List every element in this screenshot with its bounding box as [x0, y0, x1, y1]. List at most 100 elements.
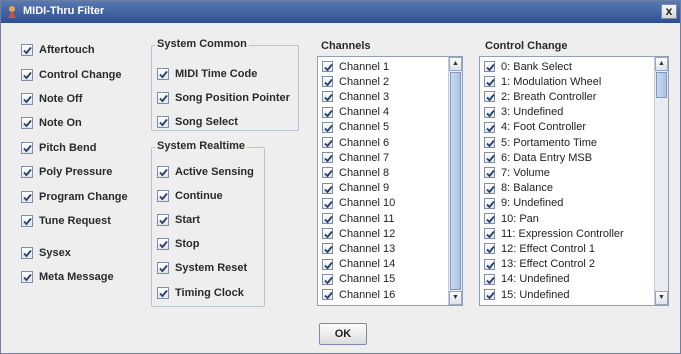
checkbox[interactable] — [484, 182, 495, 194]
start-option[interactable]: Start — [157, 212, 200, 228]
checkbox[interactable] — [157, 166, 169, 178]
checkbox[interactable] — [484, 121, 495, 133]
control-change-option[interactable]: Control Change — [21, 67, 122, 83]
channel-item[interactable]: Channel 4 — [322, 105, 389, 120]
control-change-scroll-thumb[interactable] — [656, 72, 667, 98]
channel-item[interactable]: Channel 11 — [322, 211, 394, 226]
control-change-item[interactable]: 6: Data Entry MSB — [484, 150, 592, 165]
control-change-scrollbar[interactable]: ▲ ▼ — [654, 57, 668, 305]
title-bar[interactable]: MIDI-Thru Filter x — [1, 1, 680, 23]
control-change-item[interactable]: 10: Pan — [484, 211, 539, 226]
checkbox[interactable] — [322, 258, 333, 270]
checkbox[interactable] — [21, 142, 33, 154]
channel-item[interactable]: Channel 1 — [322, 59, 389, 74]
close-button[interactable]: x — [661, 4, 677, 19]
midi-time-code-option[interactable]: MIDI Time Code — [157, 66, 257, 82]
channel-item[interactable]: Channel 2 — [322, 74, 389, 89]
scroll-down-icon[interactable]: ▼ — [449, 291, 462, 305]
channel-item[interactable]: Channel 3 — [322, 89, 389, 104]
control-change-item[interactable]: 1: Modulation Wheel — [484, 74, 601, 89]
scroll-up-icon[interactable]: ▲ — [655, 57, 668, 71]
channels-list[interactable]: Channel 1 Channel 2 Channel 3 Channel 4 Chan… — [317, 56, 463, 306]
control-change-item[interactable]: 14: Undefined — [484, 272, 570, 287]
note-on-option[interactable]: Note On — [21, 115, 82, 131]
checkbox[interactable] — [157, 92, 169, 104]
checkbox[interactable] — [484, 61, 495, 72]
checkbox[interactable] — [21, 93, 33, 105]
checkbox[interactable] — [322, 243, 333, 255]
channel-item[interactable]: Channel 12 — [322, 226, 395, 241]
control-change-list[interactable]: 0: Bank Select 1: Modulation Wheel 2: Brea… — [479, 56, 669, 306]
stop-option[interactable]: Stop — [157, 236, 199, 252]
checkbox[interactable] — [322, 273, 333, 285]
checkbox[interactable] — [322, 289, 333, 300]
checkbox[interactable] — [322, 106, 333, 118]
tune-request-option[interactable]: Tune Request — [21, 213, 111, 229]
channel-item[interactable]: Channel 13 — [322, 241, 395, 256]
song-select-option[interactable]: Song Select — [157, 114, 238, 130]
checkbox[interactable] — [21, 247, 33, 259]
checkbox[interactable] — [484, 258, 495, 270]
poly-pressure-option[interactable]: Poly Pressure — [21, 164, 112, 180]
channel-item[interactable]: Channel 16 — [322, 287, 395, 302]
channel-item[interactable]: Channel 8 — [322, 165, 389, 180]
active-sensing-option[interactable]: Active Sensing — [157, 164, 254, 180]
aftertouch-option[interactable]: Aftertouch — [21, 42, 95, 58]
checkbox[interactable] — [157, 68, 169, 80]
checkbox[interactable] — [157, 116, 169, 128]
checkbox[interactable] — [21, 191, 33, 203]
channel-item[interactable]: Channel 6 — [322, 135, 389, 150]
channel-item[interactable]: Channel 15 — [322, 272, 395, 287]
checkbox[interactable] — [157, 190, 169, 202]
channel-item[interactable]: Channel 7 — [322, 150, 389, 165]
timing-clock-option[interactable]: Timing Clock — [157, 285, 244, 301]
control-change-item[interactable]: 15: Undefined — [484, 287, 570, 302]
channel-item[interactable]: Channel 14 — [322, 257, 395, 272]
checkbox[interactable] — [21, 271, 33, 283]
checkbox[interactable] — [21, 166, 33, 178]
control-change-item[interactable]: 12: Effect Control 1 — [484, 241, 595, 256]
control-change-item[interactable]: 0: Bank Select — [484, 59, 572, 74]
channel-item[interactable]: Channel 5 — [322, 120, 389, 135]
checkbox[interactable] — [21, 215, 33, 227]
checkbox[interactable] — [157, 262, 169, 274]
checkbox[interactable] — [322, 228, 333, 240]
scroll-down-icon[interactable]: ▼ — [655, 291, 668, 305]
checkbox[interactable] — [157, 214, 169, 226]
checkbox[interactable] — [484, 106, 495, 118]
control-change-item[interactable]: 11: Expression Controller — [484, 226, 624, 241]
ok-button[interactable]: OK — [319, 323, 367, 345]
channel-item[interactable]: Channel 10 — [322, 196, 395, 211]
checkbox[interactable] — [322, 182, 333, 194]
checkbox[interactable] — [21, 117, 33, 129]
checkbox[interactable] — [322, 91, 333, 103]
control-change-item[interactable]: 3: Undefined — [484, 105, 563, 120]
pitch-bend-option[interactable]: Pitch Bend — [21, 140, 96, 156]
checkbox[interactable] — [322, 76, 333, 88]
checkbox[interactable] — [484, 289, 495, 300]
checkbox[interactable] — [322, 167, 333, 179]
checkbox[interactable] — [484, 213, 495, 224]
program-change-option[interactable]: Program Change — [21, 189, 128, 205]
control-change-item[interactable]: 4: Foot Controller — [484, 120, 586, 135]
checkbox[interactable] — [322, 137, 333, 148]
control-change-item[interactable]: 5: Portamento Time — [484, 135, 597, 150]
system-reset-option[interactable]: System Reset — [157, 260, 247, 276]
control-change-item[interactable]: 9: Undefined — [484, 196, 563, 211]
checkbox[interactable] — [322, 152, 333, 164]
channels-scrollbar[interactable]: ▲ ▼ — [448, 57, 462, 305]
scroll-up-icon[interactable]: ▲ — [449, 57, 462, 71]
checkbox[interactable] — [484, 76, 495, 88]
checkbox[interactable] — [484, 197, 495, 209]
checkbox[interactable] — [21, 44, 33, 56]
control-change-item[interactable]: 2: Breath Controller — [484, 89, 596, 104]
checkbox[interactable] — [21, 69, 33, 81]
continue-option[interactable]: Continue — [157, 188, 223, 204]
checkbox[interactable] — [484, 243, 495, 255]
sysex-option[interactable]: Sysex — [21, 245, 71, 261]
checkbox[interactable] — [322, 197, 333, 209]
checkbox[interactable] — [484, 152, 495, 164]
channel-item[interactable]: Channel 9 — [322, 181, 389, 196]
checkbox[interactable] — [484, 228, 495, 240]
checkbox[interactable] — [322, 213, 333, 224]
